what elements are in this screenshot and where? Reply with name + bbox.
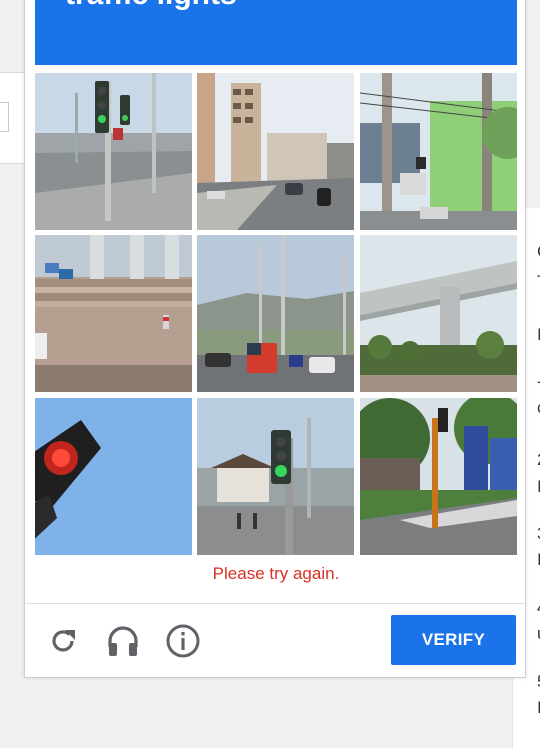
reload-button[interactable] xyxy=(45,623,81,659)
image-tile-1[interactable] xyxy=(35,73,192,230)
error-message: Please try again. xyxy=(212,564,340,583)
image-tile-3[interactable] xyxy=(360,73,517,230)
audio-challenge-button[interactable] xyxy=(105,623,141,659)
background-input-fragment xyxy=(0,102,9,132)
captcha-challenge: traffic lights xyxy=(24,0,526,678)
tile-image xyxy=(360,73,517,230)
tile-image xyxy=(197,235,354,392)
reload-icon xyxy=(52,630,75,652)
headphones-icon xyxy=(108,626,138,656)
image-tile-5[interactable] xyxy=(197,235,354,392)
info-icon xyxy=(166,624,200,658)
tile-image xyxy=(360,398,517,555)
verify-button[interactable]: VERIFY xyxy=(391,615,516,665)
challenge-target-text: traffic lights xyxy=(65,0,237,13)
image-tile-6[interactable] xyxy=(360,235,517,392)
image-tile-4[interactable] xyxy=(35,235,192,392)
image-tile-8[interactable] xyxy=(197,398,354,555)
challenge-header: traffic lights xyxy=(35,0,517,65)
image-tile-2[interactable] xyxy=(197,73,354,230)
tile-image xyxy=(35,398,192,555)
tile-image xyxy=(35,235,192,392)
tile-image xyxy=(35,73,192,230)
image-grid xyxy=(35,73,517,555)
tile-image xyxy=(197,398,354,555)
image-tile-9[interactable] xyxy=(360,398,517,555)
image-tile-7[interactable] xyxy=(35,398,192,555)
tile-image xyxy=(197,73,354,230)
help-button[interactable] xyxy=(165,623,201,659)
footer-divider xyxy=(25,603,525,604)
tile-image xyxy=(360,235,517,392)
